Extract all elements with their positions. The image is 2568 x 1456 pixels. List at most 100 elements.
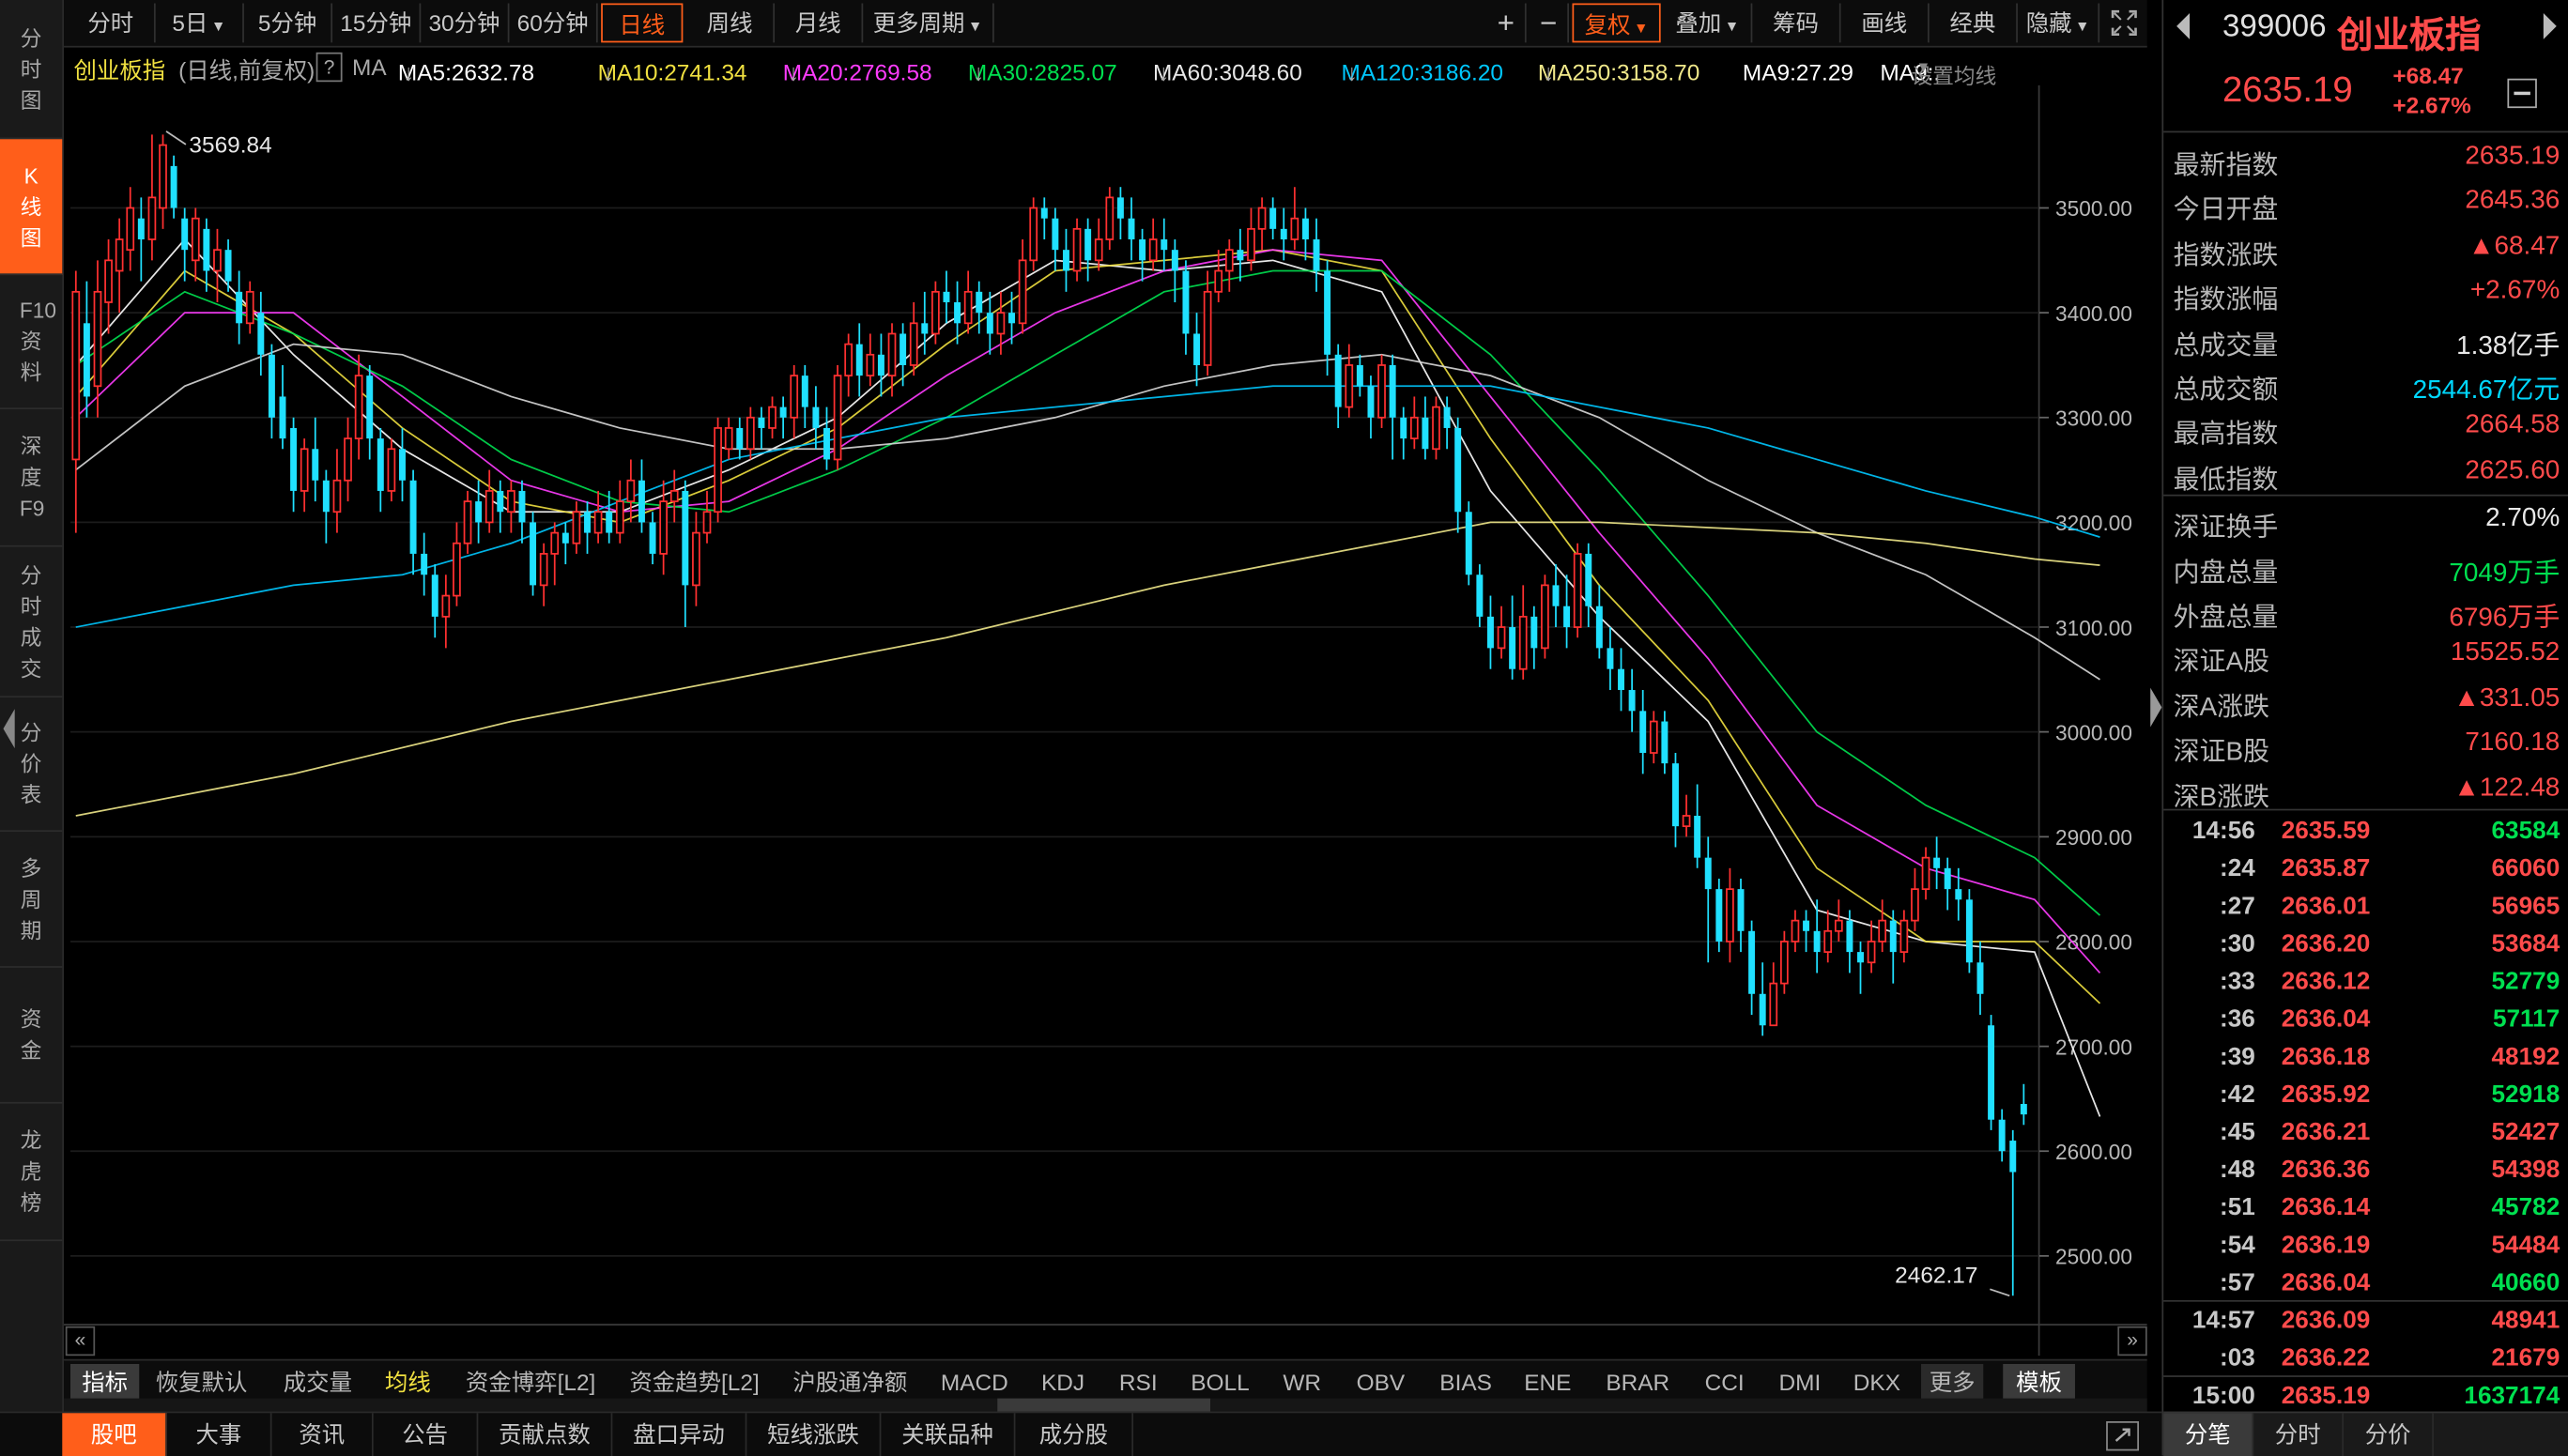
candle-body bbox=[1465, 512, 1472, 575]
tab-rsi[interactable]: RSI bbox=[1109, 1364, 1168, 1400]
nav-funds[interactable]: 资金 bbox=[0, 968, 63, 1104]
tick-volume: 66060 bbox=[2491, 854, 2560, 883]
chips-button[interactable]: 筹码 bbox=[1752, 3, 1841, 43]
period-more-button[interactable]: 更多周期 ▼ bbox=[863, 3, 994, 43]
hide-button[interactable]: 隐藏 ▼ bbox=[2018, 3, 2100, 43]
tick-tab-price[interactable]: 分价 bbox=[2344, 1413, 2434, 1456]
tab-volume[interactable]: 成交量 bbox=[273, 1364, 361, 1400]
tab-kdj[interactable]: KDJ bbox=[1030, 1364, 1096, 1400]
nav-trades[interactable]: 分时成交 bbox=[0, 547, 63, 698]
candle-body bbox=[332, 479, 342, 513]
tick-time: :36 bbox=[2220, 1004, 2255, 1034]
tab-fund-game[interactable]: 资金博弈[L2] bbox=[457, 1364, 605, 1400]
ma-line-ma250 bbox=[75, 521, 2100, 817]
next-stock-icon[interactable] bbox=[2543, 12, 2557, 39]
tab-dkx[interactable]: DKX bbox=[1842, 1364, 1911, 1400]
scroll-right-button[interactable]: » bbox=[2117, 1326, 2147, 1356]
tick-price: 2636.18 bbox=[2281, 1043, 2371, 1071]
nav-multiperiod[interactable]: 多周期 bbox=[0, 832, 63, 968]
tab-hk-connect[interactable]: 沪股通净额 bbox=[785, 1364, 916, 1400]
period-60min-button[interactable]: 60分钟 bbox=[509, 3, 598, 43]
period-daily-button[interactable]: 日线 bbox=[601, 3, 684, 43]
draw-line-button[interactable]: 画线 bbox=[1841, 3, 1930, 43]
candle-body bbox=[421, 553, 428, 575]
footer-tab-contribution[interactable]: 贡献点数 bbox=[478, 1413, 613, 1456]
tab-restore-default[interactable]: 恢复默认 bbox=[149, 1364, 254, 1400]
quote-row: 最高指数 2664.58 bbox=[2174, 406, 2560, 449]
nav-f10[interactable]: F10资料 bbox=[0, 275, 63, 410]
prev-stock-icon[interactable] bbox=[2176, 12, 2191, 39]
tick-tab-trades[interactable]: 分笔 bbox=[2163, 1413, 2254, 1456]
tab-macd[interactable]: MACD bbox=[935, 1364, 1014, 1400]
tick-time: :03 bbox=[2220, 1344, 2255, 1372]
period-weekly-button[interactable]: 周线 bbox=[686, 3, 776, 43]
footer-tab-events[interactable]: 大事 bbox=[167, 1413, 272, 1456]
nav-kline[interactable]: K线图 bbox=[0, 139, 63, 276]
tab-indicator[interactable]: 指标 bbox=[70, 1363, 140, 1401]
tab-more[interactable]: 更多 bbox=[1921, 1363, 1984, 1401]
period-5min-button[interactable]: 5分钟 bbox=[244, 3, 333, 43]
period-15min-button[interactable]: 15分钟 bbox=[332, 3, 422, 43]
scroll-left-button[interactable]: « bbox=[65, 1326, 96, 1356]
collapse-right-icon[interactable] bbox=[2150, 687, 2162, 728]
overlay-button[interactable]: 叠加 ▼ bbox=[1664, 3, 1753, 43]
quote-row: 深证A股 15525.52 bbox=[2174, 633, 2560, 677]
nav-pricetable-label: 分价表 bbox=[20, 720, 42, 807]
tick-time: 15:00 bbox=[2191, 1382, 2255, 1410]
footer-tab-notice[interactable]: 公告 bbox=[374, 1413, 479, 1456]
tab-boll[interactable]: BOLL bbox=[1184, 1364, 1256, 1400]
tick-volume: 53684 bbox=[2491, 929, 2560, 958]
ma-legend-text: MA120:3186.20 bbox=[1341, 58, 1503, 85]
classic-button[interactable]: 经典 bbox=[1930, 3, 2018, 43]
fuquan-label: 复权 bbox=[1584, 11, 1631, 38]
collapse-left-icon[interactable] bbox=[3, 709, 15, 749]
period-30min-button[interactable]: 30分钟 bbox=[421, 3, 510, 43]
tab-fund-trend[interactable]: 资金趋势[L2] bbox=[621, 1364, 768, 1400]
nav-depth[interactable]: 深度F9 bbox=[0, 409, 63, 547]
tick-price: 2636.04 bbox=[2281, 1004, 2371, 1034]
footer-tab-short-move[interactable]: 短线涨跌 bbox=[746, 1413, 882, 1456]
footer-tab-anomaly[interactable]: 盘口异动 bbox=[612, 1413, 747, 1456]
ma-legend-text: MA9:27.29 bbox=[1742, 58, 1854, 85]
nav-timeshare[interactable]: 分时图 bbox=[0, 0, 63, 140]
candle-body bbox=[1704, 857, 1712, 890]
footer-tab-constituents[interactable]: 成分股 bbox=[1015, 1413, 1134, 1456]
tab-brar[interactable]: BRAR bbox=[1597, 1364, 1679, 1400]
tab-template[interactable]: 模板 bbox=[2003, 1363, 2075, 1401]
zoom-in-button[interactable]: + bbox=[1487, 3, 1527, 43]
candle-body bbox=[191, 217, 200, 262]
nav-dragon-tiger[interactable]: 龙虎榜 bbox=[0, 1104, 63, 1242]
tab-ene[interactable]: ENE bbox=[1515, 1364, 1580, 1400]
tab-dmi[interactable]: DMI bbox=[1767, 1364, 1833, 1400]
candle-body bbox=[1432, 406, 1440, 451]
footer-tab-news[interactable]: 资讯 bbox=[272, 1413, 374, 1456]
minus-icon bbox=[2514, 91, 2530, 96]
tab-cci[interactable]: CCI bbox=[1692, 1364, 1758, 1400]
footer-tab-guba[interactable]: 股吧 bbox=[62, 1413, 167, 1456]
period-timeshare-button[interactable]: 分时 bbox=[68, 3, 156, 43]
scrollbar-thumb[interactable] bbox=[997, 1398, 1211, 1412]
quote-row-value: ▲68.47 bbox=[2468, 232, 2560, 260]
candle-body bbox=[1944, 867, 1951, 890]
zoom-out-button[interactable]: − bbox=[1530, 3, 1570, 43]
kline-chart[interactable]: 3500.00 3400.00 3300.00 3200.00 3100.00 3000.… bbox=[64, 84, 2147, 1356]
candle-body bbox=[1759, 993, 1766, 1026]
candle-body bbox=[83, 323, 90, 397]
period-5day-button[interactable]: 5日 ▼ bbox=[156, 3, 244, 43]
tick-tab-timeshare[interactable]: 分时 bbox=[2253, 1413, 2345, 1456]
horizontal-scrollbar[interactable] bbox=[64, 1398, 2147, 1412]
popout-icon[interactable] bbox=[2106, 1421, 2140, 1451]
candle-body bbox=[1269, 207, 1277, 229]
remove-watch-button[interactable] bbox=[2507, 78, 2537, 109]
period-monthly-button[interactable]: 月线 bbox=[775, 3, 864, 43]
candle-body bbox=[1237, 250, 1244, 261]
fuquan-button[interactable]: 复权 ▼ bbox=[1572, 3, 1661, 43]
candle-body bbox=[1509, 627, 1516, 669]
tab-wr[interactable]: WR bbox=[1272, 1364, 1331, 1400]
tab-bias[interactable]: BIAS bbox=[1430, 1364, 1502, 1400]
fullscreen-button[interactable] bbox=[2103, 3, 2145, 42]
tab-ma[interactable]: 均线 bbox=[375, 1364, 440, 1400]
help-button[interactable]: ? bbox=[315, 52, 343, 83]
tab-obv[interactable]: OBV bbox=[1348, 1364, 1414, 1400]
footer-tab-related[interactable]: 关联品种 bbox=[881, 1413, 1016, 1456]
